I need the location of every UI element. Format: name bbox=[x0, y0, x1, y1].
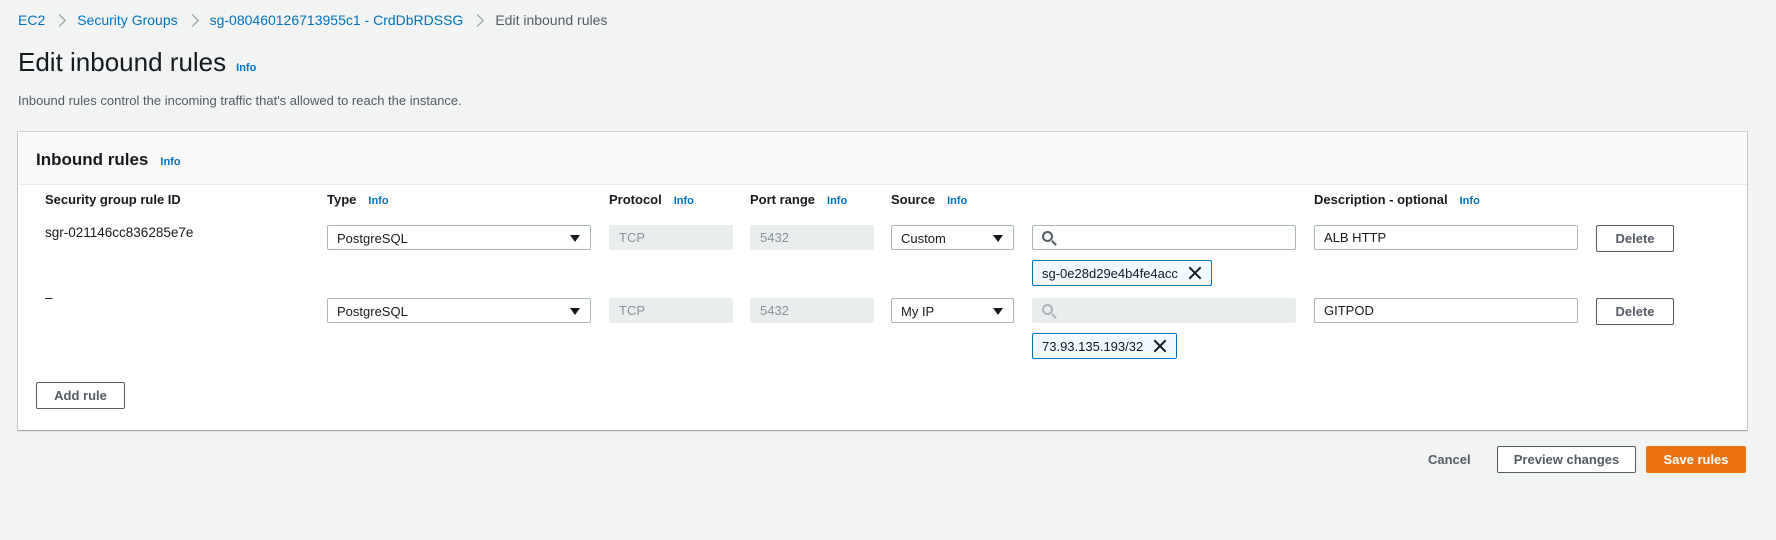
column-label: Port range bbox=[750, 192, 816, 207]
source-token-label: sg-0e28d29e4b4fe4acc bbox=[1042, 265, 1178, 281]
column-label: Description - optional bbox=[1314, 192, 1448, 207]
chevron-right-icon bbox=[471, 13, 485, 27]
source-search-input bbox=[1032, 298, 1296, 323]
column-header-port-range: Port range Info bbox=[750, 192, 847, 207]
rule-id: sgr-021146cc836285e7e bbox=[45, 225, 194, 240]
protocol-input bbox=[609, 225, 733, 250]
source-info-link[interactable]: Info bbox=[947, 195, 967, 207]
delete-rule-button[interactable]: Delete bbox=[1596, 298, 1674, 325]
type-value: PostgreSQL bbox=[337, 304, 408, 319]
panel-header: Inbound rules Info bbox=[18, 132, 1747, 185]
delete-rule-button[interactable]: Delete bbox=[1596, 225, 1674, 252]
port-range-info-link[interactable]: Info bbox=[827, 195, 847, 207]
description-input[interactable] bbox=[1314, 225, 1578, 250]
search-icon bbox=[1042, 304, 1053, 315]
column-label: Security group rule ID bbox=[45, 192, 181, 207]
type-info-link[interactable]: Info bbox=[368, 195, 388, 207]
column-label: Type bbox=[327, 192, 357, 207]
breadcrumb: EC2 Security Groups sg-080460126713955c1… bbox=[18, 12, 607, 28]
page-title: Edit inbound rules bbox=[18, 47, 227, 77]
type-select[interactable]: PostgreSQL bbox=[327, 225, 591, 250]
column-header-protocol: Protocol Info bbox=[609, 192, 694, 207]
source-token-label: 73.93.135.193/32 bbox=[1042, 338, 1144, 354]
chevron-right-icon bbox=[185, 13, 199, 27]
close-icon[interactable] bbox=[1153, 339, 1167, 353]
column-header-description: Description - optional Info bbox=[1314, 192, 1480, 207]
add-rule-button[interactable]: Add rule bbox=[36, 382, 125, 409]
save-rules-button[interactable]: Save rules bbox=[1646, 446, 1746, 473]
column-header-rule-id: Security group rule ID bbox=[45, 192, 181, 207]
close-icon[interactable] bbox=[1188, 266, 1202, 280]
breadcrumb-ec2[interactable]: EC2 bbox=[18, 12, 45, 28]
source-token: sg-0e28d29e4b4fe4acc bbox=[1032, 260, 1212, 286]
caret-down-icon bbox=[993, 308, 1003, 315]
description-input[interactable] bbox=[1314, 298, 1578, 323]
port-range-input bbox=[750, 298, 874, 323]
source-search-input[interactable] bbox=[1032, 225, 1296, 250]
port-range-input bbox=[750, 225, 874, 250]
source-value: Custom bbox=[901, 231, 946, 246]
caret-down-icon bbox=[993, 235, 1003, 242]
breadcrumb-security-groups[interactable]: Security Groups bbox=[77, 12, 177, 28]
source-select[interactable]: My IP bbox=[891, 298, 1014, 323]
preview-changes-button[interactable]: Preview changes bbox=[1497, 446, 1636, 473]
search-icon bbox=[1042, 231, 1053, 242]
page-description: Inbound rules control the incoming traff… bbox=[18, 93, 462, 108]
panel-info-link[interactable]: Info bbox=[160, 156, 180, 168]
type-select[interactable]: PostgreSQL bbox=[327, 298, 591, 323]
inbound-rules-panel: Inbound rules Info Security group rule I… bbox=[18, 132, 1747, 430]
cancel-button[interactable]: Cancel bbox=[1428, 452, 1471, 467]
column-header-type: Type Info bbox=[327, 192, 389, 207]
panel-title: Inbound rules bbox=[36, 150, 149, 169]
column-header-source: Source Info bbox=[891, 192, 967, 207]
rule-id: – bbox=[45, 290, 53, 305]
source-value: My IP bbox=[901, 304, 935, 319]
source-select[interactable]: Custom bbox=[891, 225, 1014, 250]
column-label: Source bbox=[891, 192, 936, 207]
column-label: Protocol bbox=[609, 192, 662, 207]
caret-down-icon bbox=[570, 308, 580, 315]
description-info-link[interactable]: Info bbox=[1460, 195, 1480, 207]
protocol-info-link[interactable]: Info bbox=[674, 195, 694, 207]
page-header: Edit inbound rules Info bbox=[18, 47, 256, 78]
source-token: 73.93.135.193/32 bbox=[1032, 333, 1178, 359]
breadcrumb-current: Edit inbound rules bbox=[495, 12, 608, 28]
page-info-link[interactable]: Info bbox=[236, 62, 256, 74]
breadcrumb-security-group[interactable]: sg-080460126713955c1 - CrdDbRDSSG bbox=[210, 12, 464, 28]
type-value: PostgreSQL bbox=[337, 231, 408, 246]
caret-down-icon bbox=[570, 235, 580, 242]
protocol-input bbox=[609, 298, 733, 323]
chevron-right-icon bbox=[53, 13, 67, 27]
